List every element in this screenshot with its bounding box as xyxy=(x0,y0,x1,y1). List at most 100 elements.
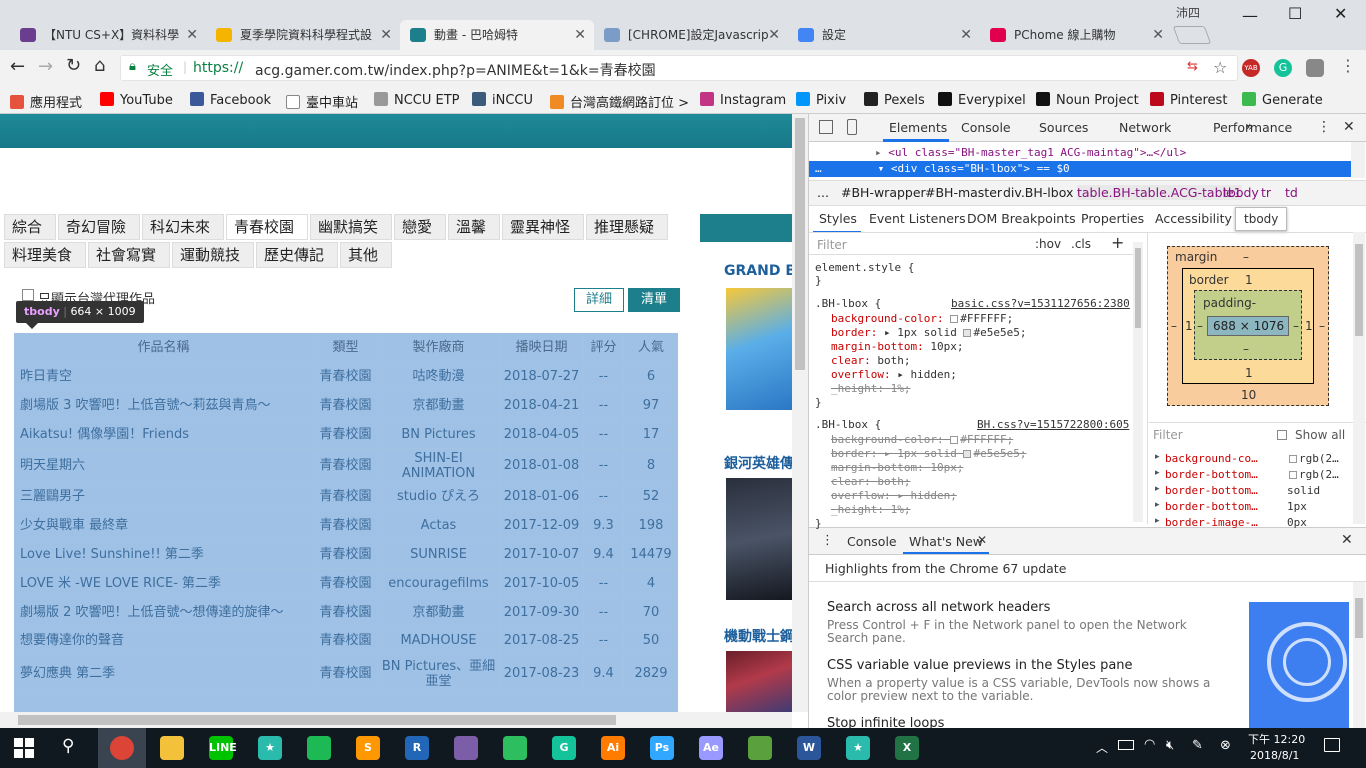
inspect-element-icon[interactable] xyxy=(819,120,833,134)
tab-close-icon[interactable]: ✕ xyxy=(768,20,780,50)
browser-tab-1[interactable]: 夏季學院資料科學程式設 ✕ xyxy=(206,20,400,50)
close-window-icon[interactable]: ✕ xyxy=(1334,4,1347,23)
browser-tab-3[interactable]: [CHROME]設定Javascrip ✕ xyxy=(594,20,788,50)
computed-expand-icon[interactable]: ▸ xyxy=(1155,484,1160,494)
tab-close-icon[interactable]: ✕ xyxy=(574,20,586,50)
cell-title[interactable]: 三麗鷗男子 xyxy=(14,483,314,510)
table-row[interactable]: 昨日青空 青春校園 咕咚動漫 2018-07-27 -- 6 xyxy=(14,363,678,391)
styles-scroll-thumb[interactable] xyxy=(1135,248,1141,328)
browser-tab-2[interactable]: 動畫 - 巴哈姆特 ✕ xyxy=(400,20,594,50)
computed-prop[interactable]: border-bottom… xyxy=(1165,468,1258,481)
new-tab-button[interactable] xyxy=(1172,26,1212,44)
sublime-icon[interactable]: S xyxy=(356,736,380,760)
css-rule-source-link[interactable]: basic.css?v=1531127656:2380 xyxy=(951,297,1130,310)
css-declaration[interactable]: clear: both; xyxy=(831,354,911,367)
cell-title[interactable]: 明天星期六 xyxy=(14,449,314,482)
minimize-icon[interactable]: — xyxy=(1242,6,1258,25)
tray-chevron-icon[interactable]: ︿ xyxy=(1096,739,1108,756)
grammarly-icon[interactable]: G xyxy=(552,736,576,760)
add-rule-icon[interactable]: + xyxy=(1111,233,1124,252)
dom-node-ul[interactable]: ▸ <ul class="BH-master_tag1 ACG-maintag"… xyxy=(875,146,1186,159)
cat-app-icon[interactable] xyxy=(454,736,478,760)
browser-tab-0[interactable]: 【NTU CS+X】資料科學 ✕ xyxy=(10,20,206,50)
profile-name[interactable]: 沛四 xyxy=(1176,4,1200,21)
computed-expand-icon[interactable]: ▸ xyxy=(1155,500,1160,510)
table-row[interactable]: 夢幻應典 第二季 青春校園 BN Pictures、亜細亜堂 2017-08-23 9.… xyxy=(14,655,678,693)
bookmark-6[interactable]: 台灣高鐵網路訂位 > xyxy=(550,92,689,111)
anime-poster-3[interactable] xyxy=(726,651,792,721)
category-tab-7[interactable]: 靈異神怪 xyxy=(502,214,584,240)
devtools-tab-console[interactable]: Console xyxy=(961,120,1011,135)
css-declaration[interactable]: border: ▸ 1px solid #e5e5e5; xyxy=(831,447,1026,460)
breadcrumb-1[interactable]: #BH-wrapper xyxy=(841,185,926,200)
anime-poster-1[interactable] xyxy=(726,288,792,410)
table-row[interactable]: LOVE 米 -WE LOVE RICE- 第二季 青春校園 encouragefi… xyxy=(14,569,678,598)
device-toolbar-icon[interactable] xyxy=(847,119,857,135)
category-tab-0[interactable]: 綜合 xyxy=(4,214,56,240)
styles-subtab-1[interactable]: Event Listeners xyxy=(869,211,966,226)
app-star-icon[interactable]: ★ xyxy=(258,736,282,760)
tab-close-icon[interactable]: ✕ xyxy=(380,20,392,50)
color-swatch-icon[interactable] xyxy=(963,450,972,458)
computed-expand-icon[interactable]: ▸ xyxy=(1155,452,1160,462)
drawer-menu-icon[interactable]: ⋮ xyxy=(821,533,834,548)
menu-kebab-icon[interactable]: ⋮ xyxy=(1340,56,1356,75)
r-icon[interactable]: R xyxy=(405,736,429,760)
collapse-triangle-icon[interactable]: ▾ xyxy=(878,162,891,175)
bookmark-0[interactable]: 應用程式 xyxy=(10,92,82,111)
css-rule-source-link[interactable]: BH.css?v=1515722800:605 xyxy=(977,418,1129,431)
css-declaration[interactable]: border: ▸ 1px solid #e5e5e5; xyxy=(831,326,1026,339)
bookmark-10[interactable]: Everypixel xyxy=(938,92,1026,108)
line-icon[interactable]: LINE xyxy=(209,736,237,760)
bookmark-11[interactable]: Noun Project xyxy=(1036,92,1139,108)
browser-tab-5[interactable]: PChome 線上購物 ✕ xyxy=(980,20,1172,50)
photoshop-icon[interactable]: Ps xyxy=(650,736,674,760)
table-row[interactable]: Love Live! Sunshine!! 第二季 青春校園 SUNRISE 2017… xyxy=(14,540,678,569)
cell-title[interactable]: 想要傳達你的聲音 xyxy=(14,627,314,654)
computed-filter-input[interactable]: Filter xyxy=(1153,428,1183,442)
table-row[interactable]: 劇場版 2 吹響吧！上低音號～想傳達的旋律～ 青春校園 京都動畫 2017-09-30… xyxy=(14,598,678,627)
clock-time[interactable]: 下午 12:20 xyxy=(1248,731,1305,747)
bookmark-13[interactable]: Generate xyxy=(1242,92,1323,108)
action-center-icon[interactable] xyxy=(1324,738,1340,752)
expand-triangle-icon[interactable]: ▸ xyxy=(875,146,888,159)
pen-icon[interactable]: ✎ xyxy=(1192,738,1203,753)
extension-icon[interactable] xyxy=(1306,59,1324,77)
grammarly-extension-icon[interactable]: G xyxy=(1274,59,1292,77)
whats-new-item-title[interactable]: CSS variable value previews in the Style… xyxy=(827,658,1133,673)
maximize-icon[interactable]: ☐ xyxy=(1288,4,1302,23)
bookmark-1[interactable]: YouTube xyxy=(100,92,173,108)
bookmark-4[interactable]: NCCU ETP xyxy=(374,92,460,108)
css-declaration[interactable]: overflow: ▸ hidden; xyxy=(831,368,957,381)
cell-title[interactable]: 夢幻應典 第二季 xyxy=(14,655,314,692)
breadcrumb-0[interactable]: ... xyxy=(817,185,829,200)
word-icon[interactable]: W xyxy=(797,736,821,760)
cls-toggle[interactable]: .cls xyxy=(1071,237,1091,251)
drawer-tab-console[interactable]: Console xyxy=(847,534,897,549)
cell-title[interactable]: 劇場版 3 吹響吧！上低音號～莉茲與青鳥～ xyxy=(14,391,314,419)
cell-title[interactable]: Love Live! Sunshine!! 第二季 xyxy=(14,540,314,568)
sidebar-title-1[interactable]: GRAND B xyxy=(724,263,796,279)
color-swatch-icon[interactable] xyxy=(963,329,972,337)
show-all-checkbox[interactable] xyxy=(1277,430,1287,440)
back-icon[interactable]: ← xyxy=(10,56,25,77)
computed-prop[interactable]: background-co… xyxy=(1165,452,1258,465)
whats-new-item-title[interactable]: Search across all network headers xyxy=(827,600,1050,615)
breadcrumb-5[interactable]: tbody xyxy=(1223,185,1259,200)
translate-icon[interactable]: ⇆ xyxy=(1187,59,1198,74)
cell-title[interactable]: LOVE 米 -WE LOVE RICE- 第二季 xyxy=(14,569,314,597)
battery-icon[interactable] xyxy=(1118,740,1134,750)
devtools-tab-elements[interactable]: Elements xyxy=(889,120,947,135)
computed-scroll-thumb[interactable] xyxy=(1355,244,1363,336)
devtools-tab-sources[interactable]: Sources xyxy=(1039,120,1088,135)
category-tab-3[interactable]: 青春校園 xyxy=(226,214,308,240)
css-declaration[interactable]: background-color: #FFFFFF; xyxy=(831,433,1013,446)
dom-node-selected[interactable]: … ▾ <div class="BH-lbox"> == $0 xyxy=(809,161,1351,177)
page-horizontal-scroll-thumb[interactable] xyxy=(18,715,616,725)
css-declaration[interactable]: _height: 1%; xyxy=(831,503,910,516)
detail-view-button[interactable]: 詳細 xyxy=(574,288,624,312)
volume-icon[interactable]: 🔇︎ xyxy=(1166,738,1174,753)
evernote-icon[interactable] xyxy=(503,736,527,760)
breadcrumb-6[interactable]: tr xyxy=(1261,185,1271,200)
css-declaration[interactable]: background-color: #FFFFFF; xyxy=(831,312,1013,325)
